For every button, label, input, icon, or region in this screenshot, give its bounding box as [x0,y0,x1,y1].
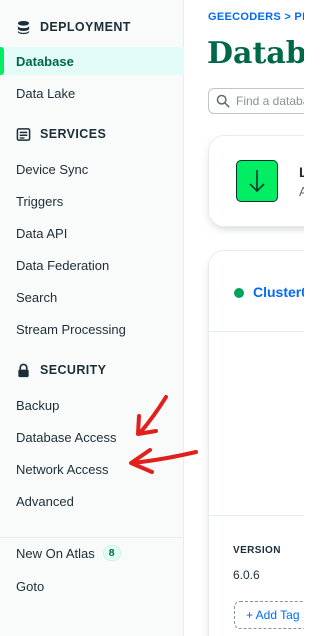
sidebar-item-data-federation[interactable]: Data Federation [0,251,184,279]
page-title: Database [207,36,304,71]
database-stack-icon [17,20,30,34]
sidebar-item-label: Triggers [16,193,64,209]
load-card-title: L [299,164,304,180]
services-section-header: SERVICES [16,124,106,144]
breadcrumb[interactable]: GEECODERS > PR [208,11,304,23]
security-section-header: SECURITY [16,360,106,380]
sidebar-item-search[interactable]: Search [0,283,184,311]
cluster-card-divider [209,515,304,516]
sidebar-item-label: Database [16,53,74,69]
sidebar-item-device-sync[interactable]: Device Sync [0,155,184,183]
services-header-label: SERVICES [40,127,107,141]
new-on-atlas-count-badge: 8 [102,545,121,561]
sidebar-item-backup[interactable]: Backup [0,391,184,419]
sidebar-item-goto[interactable]: Goto [0,572,184,600]
sidebar-item-label: Stream Processing [16,321,126,337]
load-card-subtitle: A [299,184,304,199]
cluster-name-link[interactable]: Cluster0 [253,284,304,300]
sidebar-item-label: Advanced [16,493,74,509]
load-data-card[interactable]: L A [208,135,304,227]
sidebar-item-data-lake[interactable]: Data Lake [0,79,184,107]
main-content: GEECODERS > PR Database L A Cluster0 VER… [185,0,304,636]
search-input[interactable] [236,94,304,108]
download-icon [236,160,278,202]
sidebar: DEPLOYMENT Database Data Lake SERVICES D… [0,0,184,636]
cluster-status-dot [234,288,244,298]
sidebar-item-label: Backup [16,397,60,413]
sidebar-item-triggers[interactable]: Triggers [0,187,184,215]
sidebar-item-database-access[interactable]: Database Access [0,423,184,451]
sidebar-item-label: Goto [16,578,45,594]
deployment-section-header: DEPLOYMENT [16,17,131,37]
sidebar-divider [0,537,184,538]
search-icon [216,94,230,108]
search-box[interactable] [208,88,304,114]
add-tag-button[interactable]: + Add Tag [234,601,304,629]
sidebar-item-label: Database Access [16,429,117,445]
lock-icon [18,363,29,377]
security-header-label: SECURITY [40,363,107,377]
sidebar-item-database[interactable]: Database [0,47,184,75]
deployment-header-label: DEPLOYMENT [40,20,131,34]
sidebar-item-data-api[interactable]: Data API [0,219,184,247]
sidebar-item-label: Data API [16,225,68,241]
sidebar-item-label: Device Sync [16,161,89,177]
sidebar-item-new-on-atlas[interactable]: New On Atlas 8 [0,539,184,567]
sidebar-item-network-access[interactable]: Network Access [0,455,184,483]
sidebar-item-advanced[interactable]: Advanced [0,487,184,515]
sidebar-item-label: Network Access [16,461,109,477]
sidebar-item-label: Data Federation [16,257,110,273]
version-value: 6.0.6 [233,568,260,582]
sidebar-item-stream-processing[interactable]: Stream Processing [0,315,184,343]
cluster-card-divider [209,331,304,332]
sidebar-item-label: Data Lake [16,85,76,101]
version-label: VERSION [233,545,281,556]
services-icon [16,127,31,141]
sidebar-item-label: Search [16,289,58,305]
sidebar-item-label: New On Atlas [16,545,95,561]
cluster-card: Cluster0 VERSION 6.0.6 + Add Tag [208,250,304,636]
